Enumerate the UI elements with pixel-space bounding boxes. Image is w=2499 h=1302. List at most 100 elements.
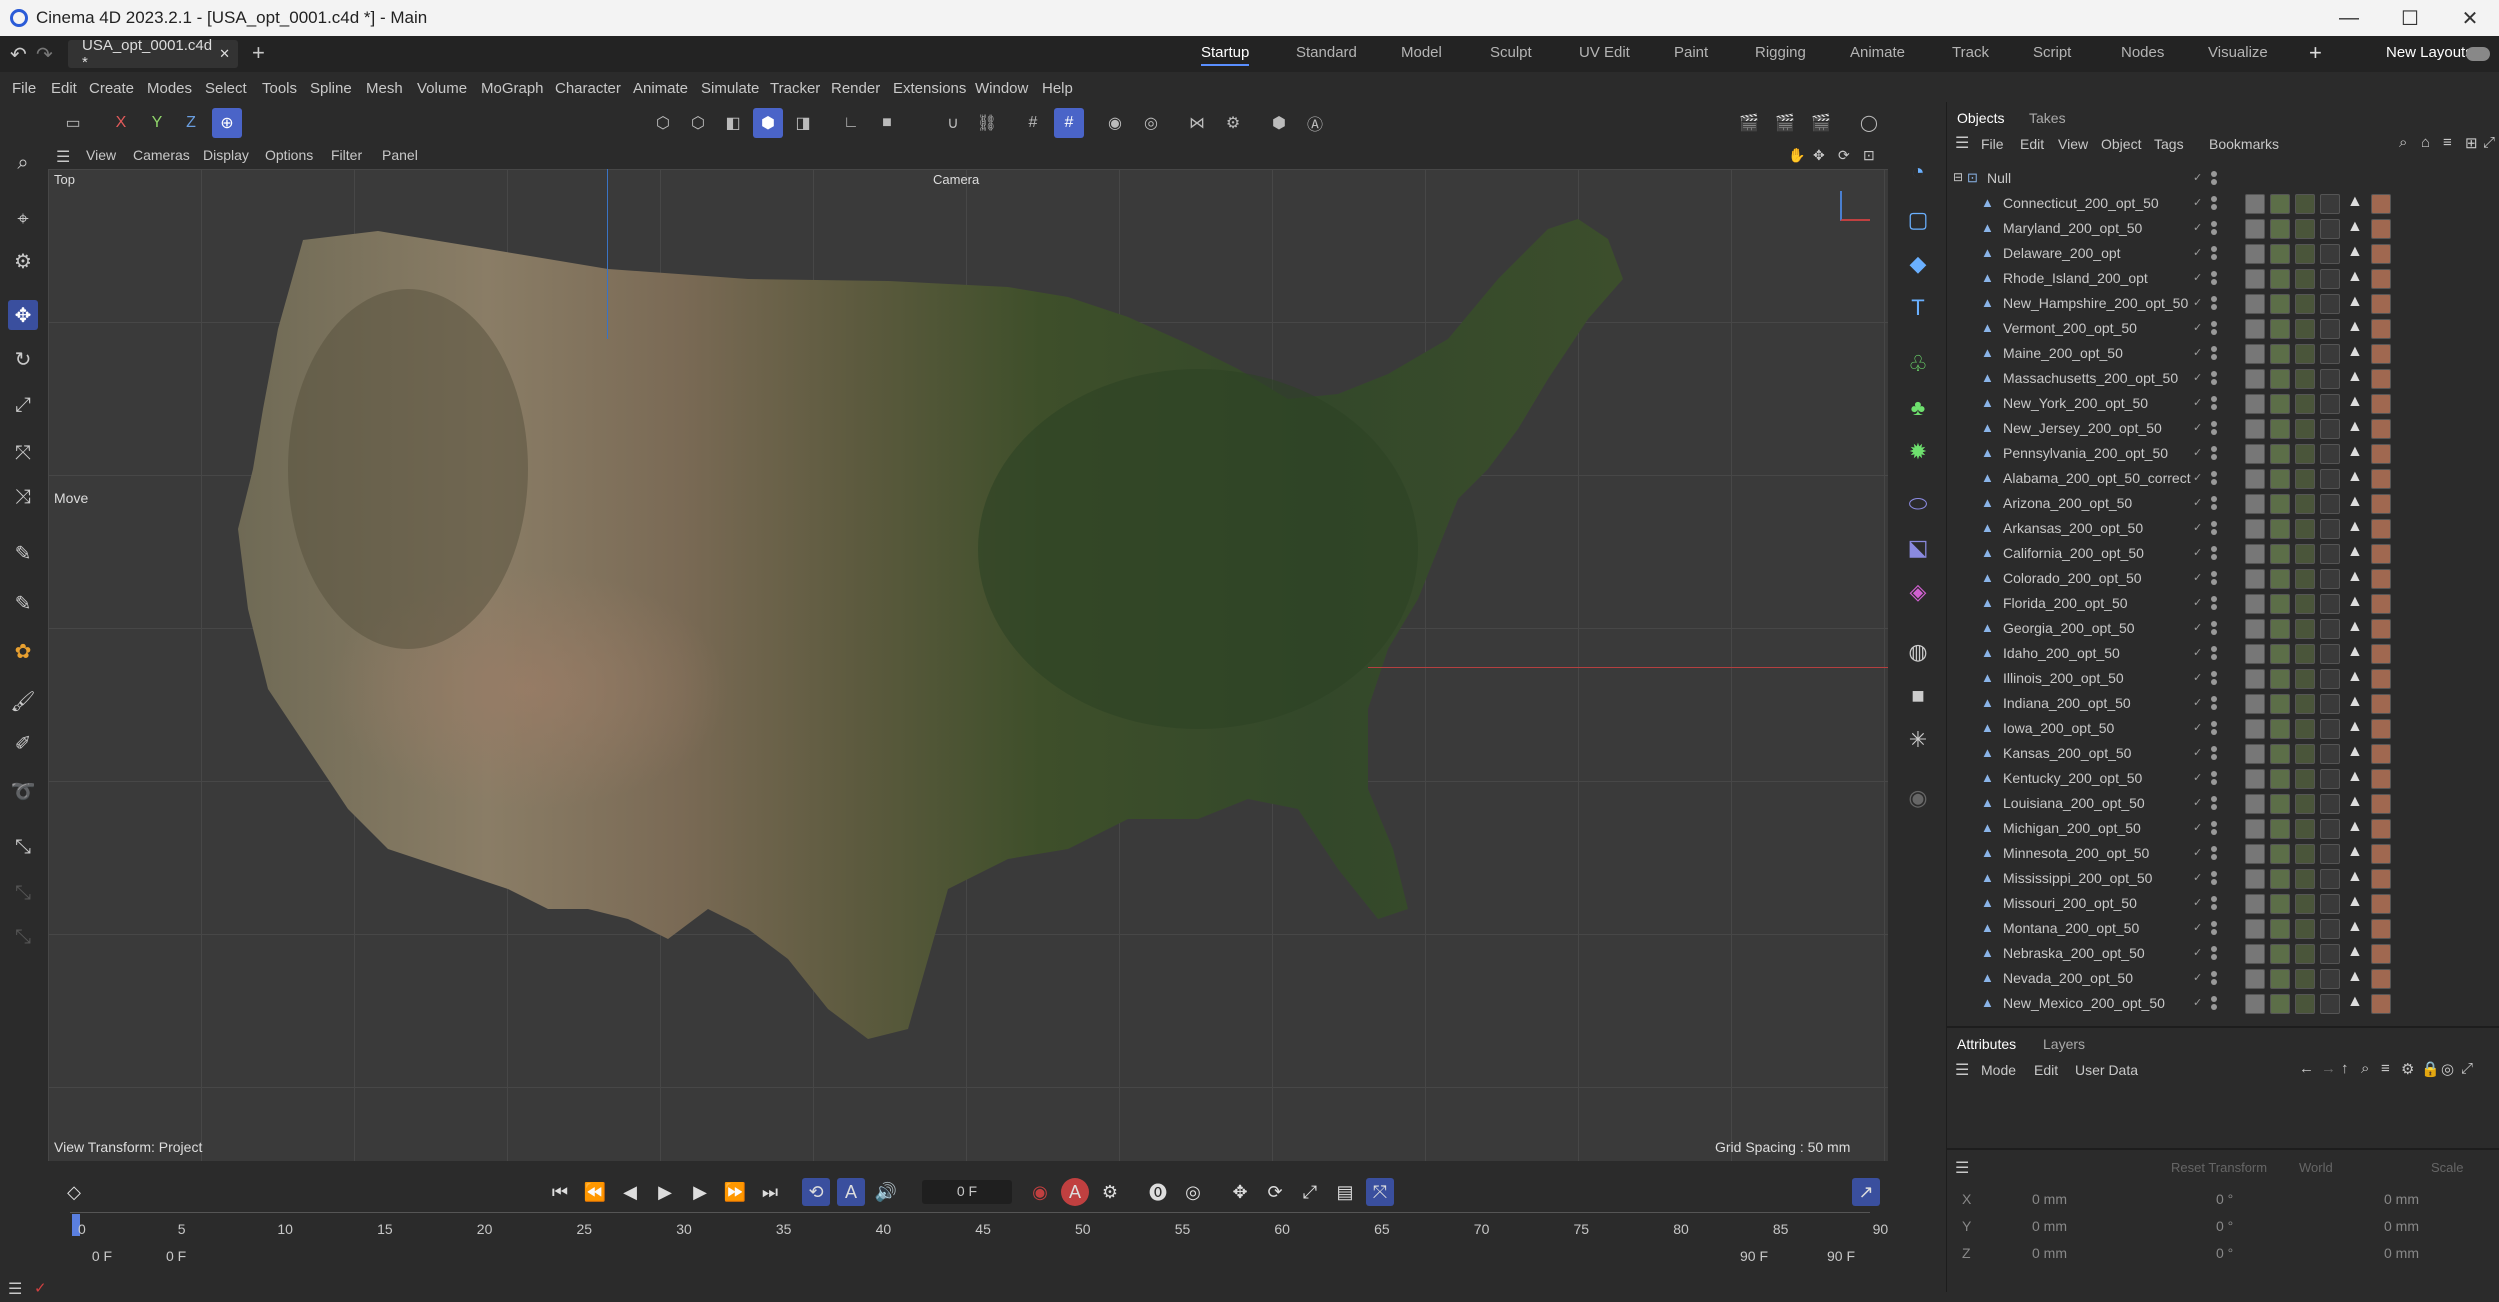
preview-start-field[interactable]: 0 F xyxy=(166,1248,186,1264)
tag-triangle-icon[interactable]: ▲ xyxy=(2347,393,2363,411)
sound-icon[interactable]: 🔊 xyxy=(872,1178,900,1206)
object-row[interactable]: ▲ Nevada_200_opt_50 ✓ ▲ xyxy=(1947,966,2499,991)
visibility-check-icon[interactable]: ✓ xyxy=(2193,871,2205,885)
rotate-tool-icon[interactable]: ↻ xyxy=(8,344,38,374)
texture-tag-icon[interactable] xyxy=(2245,994,2265,1014)
texture-tag-icon[interactable] xyxy=(2245,894,2265,914)
play-icon[interactable]: ▶ xyxy=(651,1178,679,1206)
tag-triangle-icon[interactable]: ▲ xyxy=(2347,493,2363,511)
animate-icon[interactable]: Ⓐ xyxy=(1300,108,1330,138)
symmetry-icon[interactable]: ⋈ xyxy=(1182,108,1212,138)
tag-triangle-icon[interactable]: ▲ xyxy=(2347,443,2363,461)
key-param-icon[interactable]: ▤ xyxy=(1331,1178,1359,1206)
material-tag-icon[interactable] xyxy=(2371,869,2391,889)
texture-tag-icon[interactable] xyxy=(2245,844,2265,864)
camera-add-icon[interactable]: ■ xyxy=(1902,680,1934,712)
texture-tag-icon[interactable] xyxy=(2270,619,2290,639)
attributes-menu-userdata[interactable]: User Data xyxy=(2075,1062,2138,1078)
object-row[interactable]: ▲ New_York_200_opt_50 ✓ ▲ xyxy=(1947,391,2499,416)
camera-label[interactable]: Camera xyxy=(933,172,979,187)
object-row[interactable]: ▲ Rhode_Island_200_opt ✓ ▲ xyxy=(1947,266,2499,291)
tag-triangle-icon[interactable]: ▲ xyxy=(2347,768,2363,786)
object-row[interactable]: ▲ California_200_opt_50 ✓ ▲ xyxy=(1947,541,2499,566)
objects-menu-file[interactable]: File xyxy=(1981,136,2004,152)
up-arrow-icon[interactable]: ↑ xyxy=(2341,1060,2349,1077)
scene-icon[interactable]: ▭ xyxy=(58,108,88,138)
tag-triangle-icon[interactable]: ▲ xyxy=(2347,868,2363,886)
cube-object-icon[interactable]: ◆ xyxy=(1902,248,1934,280)
object-row[interactable]: ▲ Mississippi_200_opt_50 ✓ ▲ xyxy=(1947,866,2499,891)
model-mode-icon[interactable]: ⬢ xyxy=(753,108,783,138)
texture-tag-icon[interactable] xyxy=(2245,469,2265,489)
phong-tag-icon[interactable] xyxy=(2320,269,2340,289)
texture-tag-icon[interactable] xyxy=(2270,519,2290,539)
position-z-field[interactable]: 0 mm xyxy=(2032,1245,2067,1261)
object-row[interactable]: ▲ Arkansas_200_opt_50 ✓ ▲ xyxy=(1947,516,2499,541)
menu-tracker[interactable]: Tracker xyxy=(770,80,820,97)
tab-layers[interactable]: Layers xyxy=(2043,1036,2085,1052)
visibility-check-icon[interactable]: ✓ xyxy=(2193,396,2205,410)
texture-tag-icon[interactable] xyxy=(2245,269,2265,289)
texture-tag-icon[interactable] xyxy=(2295,394,2315,414)
texture-tag-icon[interactable] xyxy=(2245,194,2265,214)
texture-tag-icon[interactable] xyxy=(2295,194,2315,214)
visibility-check-icon[interactable]: ✓ xyxy=(2193,246,2205,260)
visibility-check-icon[interactable]: ✓ xyxy=(2193,521,2205,535)
render-picture-icon[interactable]: 🎬 xyxy=(1770,108,1800,138)
objects-expand-icon[interactable]: ⤢ xyxy=(2483,134,2495,151)
objects-menu-tags[interactable]: Tags xyxy=(2154,136,2184,152)
tag-triangle-icon[interactable]: ▲ xyxy=(2347,418,2363,436)
goto-end-icon[interactable]: ⏭ xyxy=(756,1178,784,1206)
visibility-check-icon[interactable]: ✓ xyxy=(2193,696,2205,710)
maximize-viewport-icon[interactable]: ⊡ xyxy=(1863,147,1875,164)
texture-tag-icon[interactable] xyxy=(2270,644,2290,664)
attr-search-icon[interactable]: ⌕ xyxy=(2361,1060,2369,1077)
texture-tag-icon[interactable] xyxy=(2270,869,2290,889)
material-tag-icon[interactable] xyxy=(2371,819,2391,839)
object-row[interactable]: ▲ Montana_200_opt_50 ✓ ▲ xyxy=(1947,916,2499,941)
material-tag-icon[interactable] xyxy=(2371,969,2391,989)
orbit-icon[interactable]: ⟳ xyxy=(1838,147,1850,164)
phong-tag-icon[interactable] xyxy=(2320,669,2340,689)
texture-tag-icon[interactable] xyxy=(2270,194,2290,214)
tab-attributes[interactable]: Attributes xyxy=(1957,1036,2016,1052)
loop-icon[interactable]: ⟲ xyxy=(802,1178,830,1206)
key-scale-icon[interactable]: ⤢ xyxy=(1296,1178,1324,1206)
menu-mesh[interactable]: Mesh xyxy=(366,80,403,97)
attr-filter-icon[interactable]: ≡ xyxy=(2381,1060,2390,1077)
menu-simulate[interactable]: Simulate xyxy=(701,80,759,97)
material-tag-icon[interactable] xyxy=(2371,219,2391,239)
phong-tag-icon[interactable] xyxy=(2320,844,2340,864)
visibility-dots[interactable] xyxy=(2211,344,2219,364)
object-row[interactable]: ▲ Georgia_200_opt_50 ✓ ▲ xyxy=(1947,616,2499,641)
phong-tag-icon[interactable] xyxy=(2320,769,2340,789)
brush-icon[interactable]: 🖌 xyxy=(8,686,38,716)
object-row[interactable]: ▲ New_Mexico_200_opt_50 ✓ ▲ xyxy=(1947,991,2499,1016)
texture-tag-icon[interactable] xyxy=(2270,569,2290,589)
undo-icon[interactable]: ↶ xyxy=(10,42,27,67)
material-tag-icon[interactable] xyxy=(2371,744,2391,764)
timeline-editor-icon[interactable]: ↗ xyxy=(1852,1178,1880,1206)
texture-tag-icon[interactable] xyxy=(2245,344,2265,364)
phong-tag-icon[interactable] xyxy=(2320,919,2340,939)
texture-tag-icon[interactable] xyxy=(2270,244,2290,264)
axis-tool-icon[interactable]: ⤨ xyxy=(8,482,38,512)
texture-tag-icon[interactable] xyxy=(2295,444,2315,464)
world-coords-button[interactable]: ⊕ xyxy=(212,108,242,138)
add-layout-icon[interactable]: + xyxy=(2309,40,2322,66)
texture-tag-icon[interactable] xyxy=(2245,369,2265,389)
object-row[interactable]: ▲ Kentucky_200_opt_50 ✓ ▲ xyxy=(1947,766,2499,791)
new-layouts-label[interactable]: New Layouts xyxy=(2386,44,2473,61)
viewport-hamburger-icon[interactable]: ☰ xyxy=(56,147,70,167)
picture-viewer-icon[interactable]: ◯ xyxy=(1854,108,1884,138)
object-row[interactable]: ▲ New_Jersey_200_opt_50 ✓ ▲ xyxy=(1947,416,2499,441)
min-frame-field[interactable]: 0 F xyxy=(52,1248,152,1264)
field-object-icon[interactable]: ⬕ xyxy=(1902,532,1934,564)
time-ruler[interactable] xyxy=(70,1212,1870,1242)
texture-tag-icon[interactable] xyxy=(2270,894,2290,914)
max-frame-field[interactable]: 90 F xyxy=(1796,1248,1886,1264)
visibility-dots[interactable] xyxy=(2211,219,2219,239)
object-row[interactable]: ▲ Vermont_200_opt_50 ✓ ▲ xyxy=(1947,316,2499,341)
texture-tag-icon[interactable] xyxy=(2295,544,2315,564)
key-rotation-icon[interactable]: ⟳ xyxy=(1261,1178,1289,1206)
